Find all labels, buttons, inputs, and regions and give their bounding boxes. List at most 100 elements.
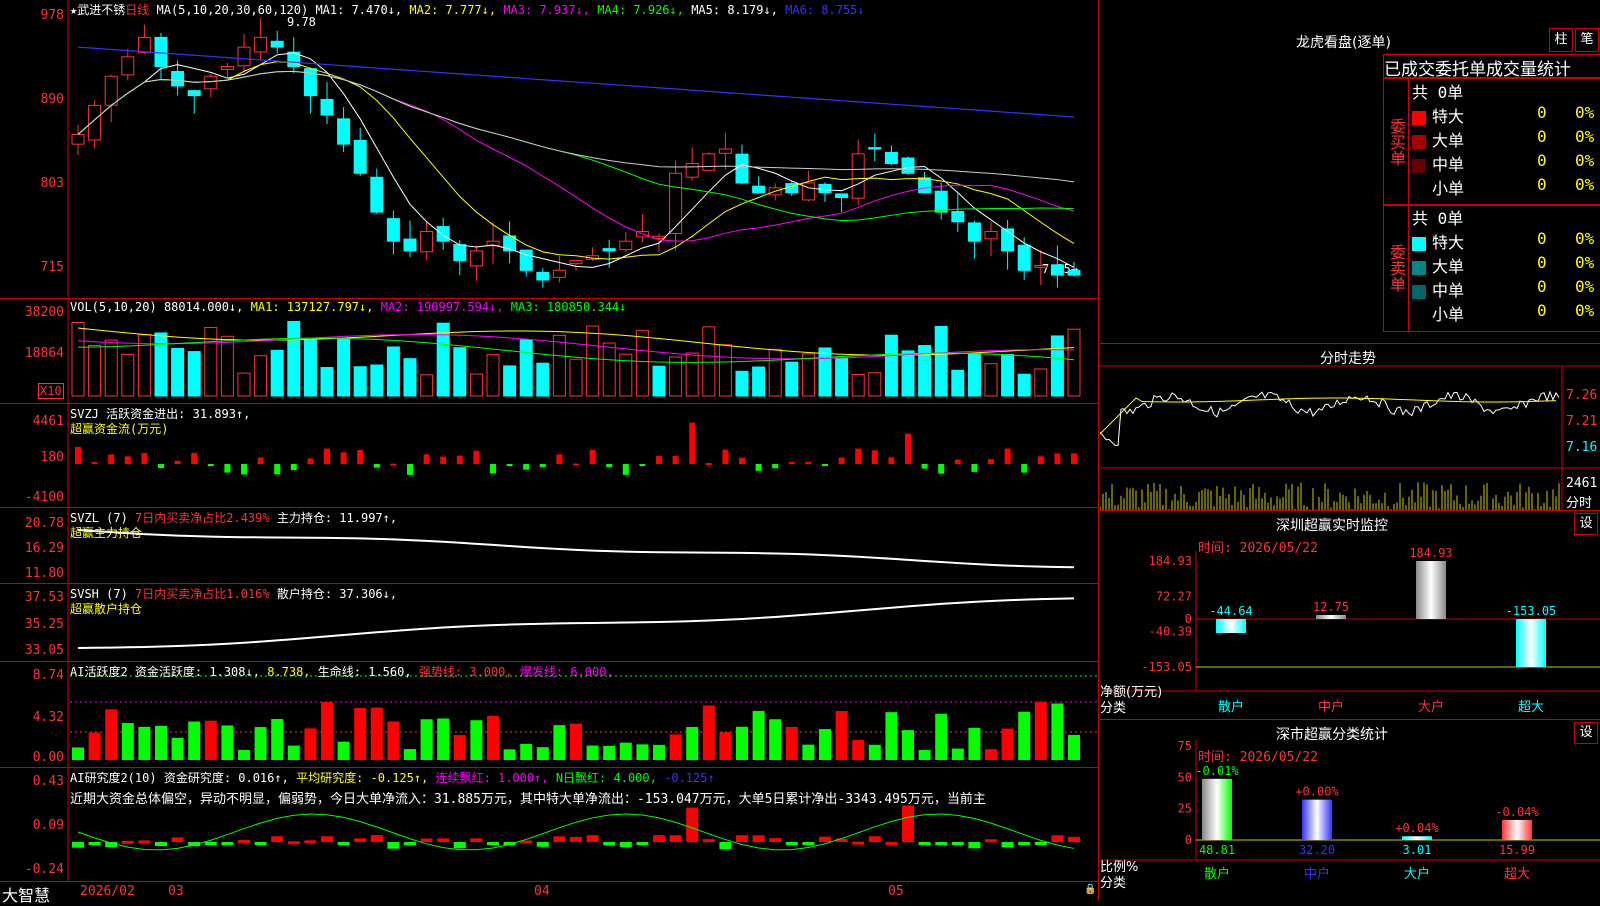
time-axis: 大智慧 2026/02 03 04 05 🔒	[0, 881, 1098, 905]
order-size: 小单	[1432, 179, 1465, 198]
price-panel[interactable]: ★武进不锈日线 MA(5,10,20,30,60,120) MA1: 7.470…	[0, 0, 1098, 299]
order-pct: 0%	[1575, 151, 1595, 170]
period-label: 日线	[125, 3, 150, 17]
y-label: 0.43	[32, 774, 64, 789]
y-label: 37.53	[24, 590, 64, 605]
lock-icon[interactable]: 🔒	[1084, 884, 1096, 895]
buy-row: 中单 0 0%	[1412, 151, 1600, 175]
research-comment: 近期大资金总体偏空，异动不明显，偏弱势，今日大单净流入：31.885万元，其中特…	[70, 792, 986, 807]
y-label: 7.21	[1566, 414, 1598, 429]
buy-row: 大单 0 0%	[1412, 127, 1600, 151]
ai-active-panel[interactable]: AI活跃度2 资金活跃度: 1.308↓, 8.738, 生命线: 1.560,…	[0, 662, 1098, 768]
bar-mode-button[interactable]: 柱	[1549, 28, 1573, 52]
y-label: 0.09	[32, 818, 64, 833]
order-count: 0	[1537, 175, 1547, 194]
order-pct: 0%	[1575, 277, 1595, 296]
unit-label: 分时	[1566, 496, 1593, 511]
bar	[1402, 836, 1432, 840]
order-size: 特大	[1432, 107, 1465, 126]
volume-panel[interactable]: VOL(5,10,20) 88014.000↓, MA1: 137127.797…	[0, 299, 1098, 404]
category-label: 大户	[1404, 866, 1430, 882]
y-label: 38200	[24, 305, 64, 320]
buy-label: 委买单	[1384, 79, 1409, 205]
sz-class-panel[interactable]: 深市超赢分类统计 设 时间: 2026/05/22 75 50 25 0 -0.01% 4…	[1100, 720, 1600, 900]
y-tick-label: 0	[1185, 833, 1192, 847]
bar	[1302, 799, 1332, 840]
dragon-tiger-panel[interactable]: 龙虎看盘(逐单) 柱 笔 已成交委托单成交量统计 委买单 共 0单 特大 0 0% 大…	[1100, 0, 1600, 344]
svsh-sub: 超赢散户持仓	[70, 602, 143, 616]
order-pct: 0%	[1575, 175, 1595, 194]
time-label: 04	[534, 884, 550, 899]
color-swatch	[1412, 110, 1426, 125]
y-tick-label: 25	[1178, 802, 1192, 816]
price-header: ★武进不锈日线 MA(5,10,20,30,60,120) MA1: 7.470…	[70, 3, 865, 17]
axis-sub: 分类	[1100, 876, 1127, 891]
y-label: 7.16	[1566, 440, 1598, 455]
y-label: 4.32	[32, 710, 64, 725]
y-label: 18864	[24, 346, 64, 361]
order-count: 0	[1537, 301, 1547, 320]
sz-class-chart: 75 50 25 0 -0.01% 48.81 散户 +0.00% 32.20 中户 +0.04% 3…	[1100, 739, 1600, 882]
sell-row: 大单 0 0%	[1412, 253, 1600, 277]
svzj-sub: 超赢资金流(万元)	[70, 422, 169, 436]
intraday-chart	[1100, 365, 1600, 510]
svsh-panel[interactable]: SVSH (7) 7日内买卖净占比1.016% 散户持仓: 37.306↓, 超…	[0, 584, 1098, 662]
sell-row: 中单 0 0%	[1412, 277, 1600, 301]
y-label: 978	[40, 8, 64, 23]
order-pct: 0%	[1575, 229, 1595, 248]
sz-monitor-panel[interactable]: 深圳超赢实时监控 设 时间: 2026/05/22 184.93 72.27 0 -4…	[1100, 511, 1600, 720]
svzj-panel[interactable]: SVZJ 活跃资金进出: 31.893↑, 超赢资金流(万元) 4461 180…	[0, 404, 1098, 508]
color-swatch	[1412, 260, 1426, 275]
y-tick-label: 184.93	[1149, 554, 1192, 568]
chart-area[interactable]: ★武进不锈日线 MA(5,10,20,30,60,120) MA1: 7.470…	[0, 0, 1099, 905]
y-label: -0.24	[24, 862, 64, 877]
ai-research-header: AI研究度2(10) 资金研究度: 0.016↑, 平均研究度: -0.125↑…	[70, 771, 715, 785]
ai-research-panel[interactable]: AI研究度2(10) 资金研究度: 0.016↑, 平均研究度: -0.125↑…	[0, 768, 1098, 881]
svzl-sub: 超赢主力持仓	[70, 526, 143, 540]
brand-logo: 大智慧	[2, 886, 51, 905]
order-size: 中单	[1432, 281, 1465, 300]
bar	[1202, 778, 1232, 840]
order-count: 0	[1537, 229, 1547, 248]
order-count: 0	[1537, 253, 1547, 272]
order-pct: 0%	[1575, 103, 1595, 122]
buy-orders-box: 委买单 共 0单 特大 0 0% 大单 0 0% 中单 0 0% 小单 0 0%	[1383, 78, 1600, 206]
data-label: 48.81	[1199, 843, 1235, 857]
time-label: 2026/02	[80, 884, 135, 899]
volume-header: VOL(5,10,20) 88014.000↓, MA1: 137127.797…	[70, 300, 627, 314]
data-label: 184.93	[1409, 546, 1452, 560]
data-label: -153.05	[1506, 604, 1557, 618]
bar	[1516, 618, 1546, 667]
stats-header: 已成交委托单成交量统计	[1383, 54, 1600, 78]
order-pct: 0%	[1575, 301, 1595, 320]
color-swatch	[1412, 308, 1426, 323]
tick-mode-button[interactable]: 笔	[1575, 28, 1599, 52]
unit-badge: X10	[38, 383, 64, 399]
category-label: 超大	[1518, 700, 1544, 715]
stock-name: 武进不锈	[77, 3, 126, 17]
y-label: 180	[40, 450, 64, 465]
avg-line	[1100, 397, 1557, 435]
vol-label: 2461	[1566, 476, 1598, 491]
intraday-panel[interactable]: 分时走势 7.26 7.21 7.16 2461 分时	[1100, 344, 1600, 511]
y-tick-label: -40.39	[1149, 625, 1192, 639]
category-label: 散户	[1204, 866, 1230, 882]
data-label: -44.64	[1209, 604, 1252, 618]
buy-row: 特大 0 0%	[1412, 103, 1600, 127]
top-label: +0.00%	[1295, 785, 1339, 799]
svzl-panel[interactable]: SVZL (7) 7日内买卖净占比2.439% 主力持仓: 11.997↑, 超…	[0, 508, 1098, 584]
y-label: 803	[40, 176, 64, 191]
order-count: 0	[1537, 103, 1547, 122]
color-swatch	[1412, 182, 1426, 197]
category-label: 中户	[1304, 866, 1330, 882]
bar	[1502, 819, 1532, 840]
ai-active-header: AI活跃度2 资金活跃度: 1.308↓, 8.738, 生命线: 1.560,…	[70, 665, 614, 679]
y-tick-label: 50	[1178, 770, 1192, 784]
category-label: 超大	[1504, 867, 1530, 882]
color-swatch	[1412, 236, 1426, 251]
y-tick-label: -153.05	[1141, 660, 1192, 674]
data-label: 15.99	[1499, 843, 1535, 857]
order-size: 特大	[1432, 233, 1465, 252]
sz-monitor-chart: 184.9372.270-40.39-153.05-44.64散户12.75中户…	[1100, 546, 1600, 715]
category-label: 散户	[1218, 699, 1244, 715]
